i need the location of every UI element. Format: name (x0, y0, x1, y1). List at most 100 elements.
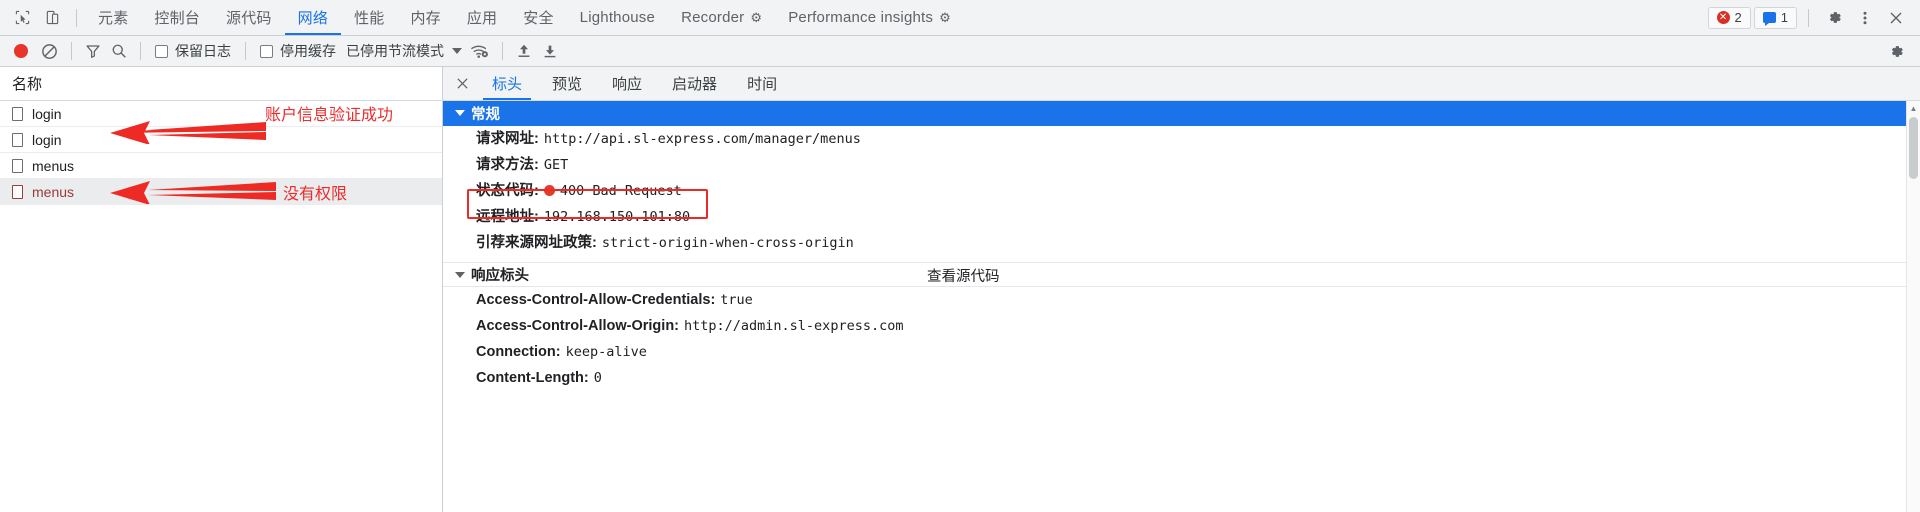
detail-scrollbar[interactable]: ▲ (1906, 101, 1920, 512)
settings-gear-icon[interactable] (1882, 37, 1910, 65)
tab-initiator-label: 启动器 (672, 76, 718, 93)
tab-performance-insights[interactable]: Performance insights ⚙ (775, 0, 964, 35)
column-header-name: 名称 (12, 76, 43, 93)
table-row-selected[interactable]: menus (0, 179, 442, 205)
tab-lighthouse[interactable]: Lighthouse (567, 0, 668, 35)
topbar-right-actions: ✕ 2 1 (1707, 0, 1920, 35)
request-detail-pane: 标头 预览 响应 启动器 时间 常规 请求网址: http://api.sl-e… (443, 67, 1920, 512)
request-rows: login login menus menus (0, 101, 442, 512)
value-text: 192.168.150.101:80 (543, 209, 691, 225)
preserve-log-checkbox[interactable]: 保留日志 (149, 41, 237, 61)
device-toolbar-icon[interactable] (38, 4, 66, 32)
flask-icon: ⚙ (750, 9, 763, 25)
general-row-remote-address: 远程地址: 192.168.150.101:80 (443, 204, 1920, 230)
throttling-select-label[interactable]: 已停用节流模式 (342, 41, 448, 61)
scroll-up-arrow-icon[interactable]: ▲ (1907, 101, 1920, 115)
request-name: login (32, 105, 62, 122)
tab-console[interactable]: 控制台 (141, 0, 213, 35)
document-icon (12, 158, 23, 173)
request-name: login (32, 131, 62, 148)
response-header-row: Content-Length: 0 (443, 365, 1920, 391)
kebab-menu-icon[interactable] (1851, 4, 1879, 32)
record-button-icon[interactable] (6, 38, 36, 64)
tab-network[interactable]: 网络 (284, 0, 342, 35)
value-text: 0 (593, 370, 602, 386)
status-error-dot-icon (543, 185, 555, 196)
tab-recorder[interactable]: Recorder ⚙ (668, 0, 775, 35)
import-har-icon[interactable] (511, 38, 537, 64)
tab-response[interactable]: 响应 (597, 67, 657, 100)
key-label: Access-Control-Allow-Credentials: (476, 292, 716, 308)
tab-sources[interactable]: 源代码 (213, 0, 285, 35)
toolbar2-divider-3 (245, 42, 246, 60)
tab-security[interactable]: 安全 (510, 0, 566, 35)
value-text: http://api.sl-express.com/manager/menus (543, 131, 861, 147)
toolbar2-divider-1 (71, 42, 72, 60)
panel-tab-list: 元素 控制台 源代码 网络 性能 内存 应用 安全 Lighthouse Rec… (85, 0, 964, 35)
key-label: 请求网址: (476, 131, 539, 147)
tab-console-label: 控制台 (154, 10, 201, 27)
request-name: menus (32, 183, 75, 200)
tab-timing[interactable]: 时间 (732, 67, 792, 100)
triangle-down-icon (455, 110, 465, 116)
tab-initiator[interactable]: 启动器 (657, 67, 732, 100)
network-main-area: 名称 login login menus menus 标头 预览 响应 启动器 … (0, 67, 1920, 512)
network-toolbar: 保留日志 停用缓存 已停用节流模式 (0, 36, 1920, 67)
tab-preview-label: 预览 (552, 76, 583, 93)
general-section-title: 常规 (471, 106, 500, 123)
error-count-label: 2 (1734, 10, 1742, 25)
search-icon[interactable] (106, 38, 132, 64)
tab-headers[interactable]: 标头 (477, 67, 537, 100)
clear-network-log-icon[interactable] (36, 38, 63, 64)
key-label: 引荐来源网址政策: (476, 235, 597, 251)
tab-performance-label: 性能 (354, 10, 385, 27)
preserve-log-box[interactable] (155, 44, 168, 58)
value-text: keep-alive (565, 344, 647, 360)
disable-cache-checkbox[interactable]: 停用缓存 (254, 41, 342, 61)
tab-application[interactable]: 应用 (454, 0, 510, 35)
response-header-row: Access-Control-Allow-Origin: http://admi… (443, 313, 1920, 339)
table-row[interactable]: login (0, 127, 442, 153)
request-list-column-header[interactable]: 名称 (0, 67, 442, 101)
general-section-header[interactable]: 常规 (443, 101, 1920, 126)
close-detail-icon[interactable] (449, 67, 475, 100)
inspect-cursor-icon[interactable] (8, 4, 36, 32)
general-row-referrer-policy: 引荐来源网址政策: strict-origin-when-cross-origi… (443, 230, 1920, 256)
tab-security-label: 安全 (523, 10, 554, 27)
tab-memory[interactable]: 内存 (397, 0, 453, 35)
request-name: menus (32, 157, 75, 174)
value-text: strict-origin-when-cross-origin (601, 235, 854, 251)
chevron-down-icon[interactable] (448, 38, 466, 64)
view-source-link[interactable]: 查看源代码 (927, 263, 1000, 288)
tab-elements[interactable]: 元素 (85, 0, 141, 35)
key-label: Connection: (476, 344, 561, 360)
tab-network-label: 网络 (297, 10, 329, 27)
disable-cache-box[interactable] (260, 44, 273, 58)
inspect-tools-group (0, 0, 85, 35)
tab-response-label: 响应 (612, 76, 643, 93)
close-icon[interactable] (1882, 4, 1910, 32)
value-text: 400 Bad Request (543, 182, 682, 201)
table-row[interactable]: login (0, 101, 442, 127)
tab-headers-label: 标头 (492, 76, 523, 93)
response-headers-section-header[interactable]: 响应标头 查看源代码 (443, 262, 1920, 287)
error-icon: ✕ (1716, 11, 1730, 24)
network-conditions-icon[interactable] (466, 38, 494, 64)
table-row[interactable]: menus (0, 153, 442, 179)
toolbar2-divider-4 (502, 42, 503, 60)
export-har-icon[interactable] (537, 38, 563, 64)
tab-application-label: 应用 (466, 10, 498, 27)
tab-lighthouse-label: Lighthouse (579, 9, 656, 26)
headers-content: 常规 请求网址: http://api.sl-express.com/manag… (443, 101, 1920, 512)
tab-performance[interactable]: 性能 (341, 0, 397, 35)
tab-performance-insights-label: Performance insights (788, 9, 934, 26)
error-count-badge[interactable]: ✕ 2 (1707, 6, 1751, 29)
scrollbar-thumb[interactable] (1909, 117, 1918, 179)
response-header-row: Connection: keep-alive (443, 339, 1920, 365)
gear-icon[interactable] (1820, 4, 1848, 32)
tab-preview[interactable]: 预览 (537, 67, 597, 100)
tab-memory-label: 内存 (410, 10, 441, 27)
key-label: 请求方法: (476, 157, 539, 173)
filter-icon[interactable] (80, 38, 106, 64)
warning-count-badge[interactable]: 1 (1753, 6, 1797, 29)
